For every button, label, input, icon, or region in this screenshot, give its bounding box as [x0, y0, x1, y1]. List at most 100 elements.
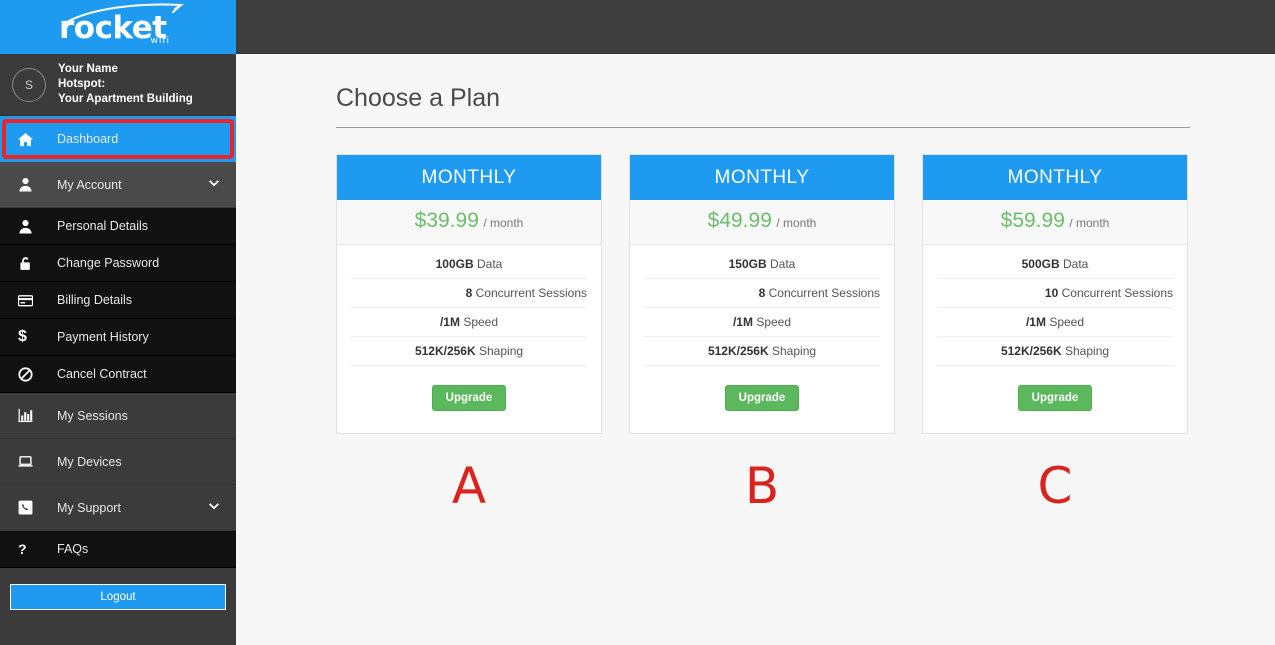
plan-feature-value: 8 — [465, 286, 473, 300]
plan-feature-value: 150GB — [728, 257, 767, 271]
main-area: Choose a Plan MONTHLY $39.99 / month 100GB… — [236, 0, 1275, 645]
plan-feature-value: /1M — [1025, 315, 1046, 329]
app-root: rocket wifi S Your Name Hotspot: Your Ap… — [0, 0, 1275, 645]
laptop-icon — [18, 454, 44, 469]
plan-feature-row: /1M Speed — [937, 308, 1173, 337]
user-icon — [18, 177, 44, 192]
annotation-marker-row: A B C — [336, 458, 1275, 514]
sidebar-item-faqs[interactable]: ? FAQs — [0, 531, 236, 568]
sidebar-item-personal-details[interactable]: Personal Details — [0, 208, 236, 245]
plan-feature-value: 512K/256K — [1000, 344, 1062, 358]
plan-feature-row: 500GB Data — [937, 250, 1173, 279]
plan-price-amount: $39.99 — [414, 209, 479, 232]
plan-feature-row: /1M Speed — [351, 308, 587, 337]
question-icon: ? — [18, 541, 27, 557]
chevron-down-icon[interactable] — [208, 502, 220, 514]
profile-name: Your Name — [58, 63, 118, 75]
ban-icon — [18, 366, 44, 382]
plan-card-list: MONTHLY $39.99 / month 100GB Data 8 Concurr… — [336, 154, 1275, 434]
plan-price-period: / month — [1069, 216, 1110, 230]
plan-feature-row: 512K/256K Shaping — [644, 337, 880, 366]
plan-feature-label: Speed — [756, 315, 792, 329]
plan-card: MONTHLY $39.99 / month 100GB Data 8 Concurr… — [336, 154, 602, 434]
plan-feature-label: Data — [770, 257, 796, 271]
plan-card-header: MONTHLY — [337, 155, 601, 200]
annotation-marker-b: B — [744, 457, 780, 515]
logout-area: Logout — [0, 568, 236, 626]
upgrade-button[interactable]: Upgrade — [431, 385, 507, 411]
sidebar-item-payment-history[interactable]: $ Payment History — [0, 319, 236, 356]
brand-logo[interactable]: rocket wifi — [0, 0, 236, 54]
sidebar-item-label: FAQs — [57, 542, 89, 556]
plan-feature-list: 150GB Data 8 Concurrent Sessions/1M Speed… — [630, 245, 894, 366]
plan-card-footer: Upgrade — [337, 366, 601, 433]
sidebar: rocket wifi S Your Name Hotspot: Your Ap… — [0, 0, 236, 645]
profile-hotspot-value: Your Apartment Building — [58, 93, 193, 105]
annotation-marker-c: C — [1037, 457, 1073, 515]
plan-feature-row: 8 Concurrent Sessions — [351, 279, 587, 308]
plan-feature-value: 8 — [758, 286, 766, 300]
plan-feature-row: 100GB Data — [351, 250, 587, 279]
plan-feature-list: 100GB Data 8 Concurrent Sessions/1M Speed… — [337, 245, 601, 366]
sidebar-item-dashboard[interactable]: Dashboard — [0, 116, 236, 162]
plan-feature-label: Concurrent Sessions — [475, 286, 587, 300]
sidebar-item-my-support[interactable]: My Support — [0, 485, 236, 531]
sidebar-item-label: Billing Details — [57, 293, 133, 307]
sidebar-item-my-account[interactable]: My Account — [0, 162, 236, 208]
plan-card-header: MONTHLY — [923, 155, 1187, 200]
logo-subtext: wifi — [150, 36, 170, 46]
plan-feature-row: 8 Concurrent Sessions — [644, 279, 880, 308]
plan-card: MONTHLY $59.99 / month 500GB Data 10 Concur… — [922, 154, 1188, 434]
plan-feature-label: Shaping — [772, 344, 817, 358]
plan-price-period: / month — [483, 216, 524, 230]
plan-price-amount: $49.99 — [707, 209, 772, 232]
sidebar-item-my-sessions[interactable]: My Sessions — [0, 393, 236, 439]
sidebar-item-label: Dashboard — [57, 132, 119, 146]
dashboard-highlight-wrapper: Dashboard — [0, 116, 236, 162]
sidebar-item-label: My Support — [57, 500, 121, 515]
plan-feature-label: Speed — [1049, 315, 1085, 329]
lock-icon — [18, 256, 44, 271]
sidebar-item-change-password[interactable]: Change Password — [0, 245, 236, 282]
logout-button[interactable]: Logout — [10, 584, 226, 610]
annotation-marker-a: A — [451, 457, 487, 515]
phone-icon — [18, 500, 44, 515]
plan-price-period: / month — [776, 216, 817, 230]
content: Choose a Plan MONTHLY $39.99 / month 100GB… — [236, 54, 1275, 514]
plan-feature-row: 512K/256K Shaping — [937, 337, 1173, 366]
top-bar — [236, 0, 1275, 54]
home-icon — [18, 132, 44, 147]
upgrade-button[interactable]: Upgrade — [1017, 385, 1093, 411]
sidebar-item-billing-details[interactable]: Billing Details — [0, 282, 236, 319]
plan-card-header: MONTHLY — [630, 155, 894, 200]
dollar-icon: $ — [18, 328, 27, 345]
plan-feature-value: 100GB — [435, 257, 474, 271]
user-profile: S Your Name Hotspot: Your Apartment Buil… — [0, 54, 236, 116]
credit-card-icon — [18, 293, 44, 308]
plan-feature-value: 500GB — [1021, 257, 1060, 271]
upgrade-button[interactable]: Upgrade — [724, 385, 800, 411]
sidebar-item-label: Payment History — [57, 330, 149, 344]
plan-price-amount: $59.99 — [1000, 209, 1065, 232]
plan-feature-row: 10 Concurrent Sessions — [937, 279, 1173, 308]
plan-feature-row: 150GB Data — [644, 250, 880, 279]
sidebar-item-cancel-contract[interactable]: Cancel Contract — [0, 356, 236, 393]
chevron-down-icon[interactable] — [208, 179, 220, 191]
sidebar-item-my-devices[interactable]: My Devices — [0, 439, 236, 485]
sidebar-item-label: Personal Details — [57, 219, 149, 233]
sidebar-item-label: My Sessions — [57, 408, 128, 423]
plan-price-band: $39.99 / month — [337, 200, 601, 245]
plan-feature-row: /1M Speed — [644, 308, 880, 337]
plan-price-band: $49.99 / month — [630, 200, 894, 245]
logo-wrap: rocket wifi — [53, 3, 185, 51]
plan-feature-value: /1M — [732, 315, 753, 329]
plan-card-footer: Upgrade — [923, 366, 1187, 433]
plan-feature-label: Data — [1063, 257, 1089, 271]
plan-feature-value: 10 — [1044, 286, 1059, 300]
sidebar-item-label: Change Password — [57, 256, 160, 270]
profile-text: Your Name Hotspot: Your Apartment Buildi… — [58, 62, 193, 107]
bar-chart-icon — [18, 408, 44, 423]
plan-feature-label: Shaping — [1065, 344, 1110, 358]
plan-feature-value: 512K/256K — [707, 344, 769, 358]
plan-feature-label: Concurrent Sessions — [1061, 286, 1173, 300]
